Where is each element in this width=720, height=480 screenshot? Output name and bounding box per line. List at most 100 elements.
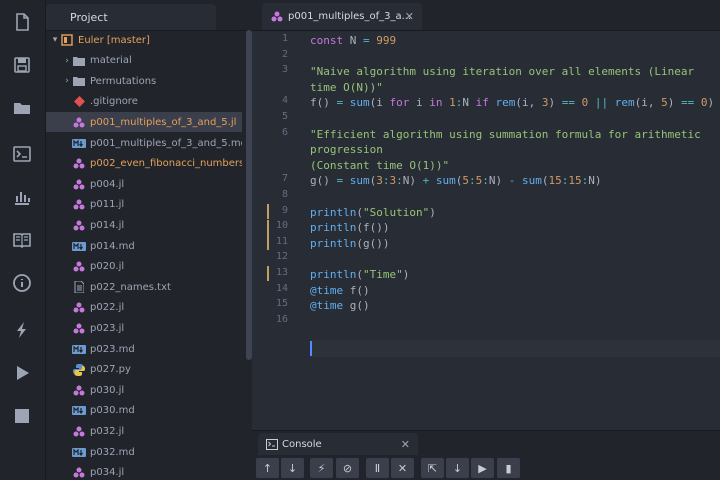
markdown-file-icon bbox=[72, 240, 86, 252]
book-icon[interactable] bbox=[11, 229, 33, 251]
play-icon[interactable] bbox=[11, 362, 33, 384]
tree-file[interactable]: p002_even_fibonacci_numbers.jl bbox=[46, 154, 242, 174]
folder-icon[interactable] bbox=[11, 97, 33, 119]
tree-file[interactable]: p034.jl bbox=[46, 463, 242, 480]
popout-button[interactable]: ⇱ bbox=[421, 458, 444, 478]
code-line: g() = sum(3:3:N) + sum(5:5:N) - sum(15:1… bbox=[310, 174, 602, 188]
line-number: 3 bbox=[281, 64, 288, 76]
tree-file[interactable]: p032.md bbox=[46, 442, 242, 462]
tree-file[interactable]: p011.jl bbox=[46, 195, 242, 215]
julia-file-icon bbox=[72, 116, 86, 128]
tree-file[interactable]: p032.jl bbox=[46, 421, 242, 441]
code-line: progression bbox=[310, 143, 383, 157]
tree-file[interactable]: p023.jl bbox=[46, 318, 242, 338]
tool-rail bbox=[0, 0, 46, 480]
tree-file[interactable]: p030.md bbox=[46, 401, 242, 421]
code-line: println("Solution") bbox=[310, 205, 436, 219]
git-file-icon bbox=[72, 96, 86, 108]
line-number: 1 bbox=[281, 33, 288, 44]
tree-item-label: material bbox=[90, 55, 132, 67]
interrupt-button[interactable]: ⚡ bbox=[310, 458, 333, 478]
scroll-up-button[interactable]: ↑ bbox=[256, 458, 279, 478]
tree-file[interactable]: p022_names.txt bbox=[46, 277, 242, 297]
line-number: 7 bbox=[281, 173, 288, 185]
tree-item-label: p011.jl bbox=[90, 199, 125, 211]
run-button[interactable]: ▶ bbox=[471, 458, 494, 478]
markdown-file-icon bbox=[72, 343, 86, 355]
editor-tabbar: p001_multiples_of_3_a... ✕ bbox=[252, 0, 720, 31]
clear-button[interactable]: ⊘ bbox=[336, 458, 359, 478]
chart-icon[interactable] bbox=[11, 186, 33, 208]
code-line: println("Time") bbox=[310, 268, 410, 281]
new-file-icon[interactable] bbox=[11, 11, 33, 33]
stop-icon[interactable] bbox=[11, 405, 33, 427]
tree-file[interactable]: p004.jl bbox=[46, 174, 242, 194]
file-tree: ▾ Euler [master] › material › Permutations .gi… bbox=[46, 30, 242, 480]
text-caret bbox=[310, 341, 312, 356]
tree-item-label: p020.jl bbox=[90, 261, 125, 273]
line-number: 16 bbox=[275, 313, 288, 325]
tab-p001-jl[interactable]: p001_multiples_of_3_a... ✕ bbox=[262, 3, 422, 30]
code-line: f() = sum(i for i in 1:N if rem(i, 3) ==… bbox=[310, 96, 715, 110]
julia-file-icon bbox=[72, 261, 86, 273]
tab-project[interactable]: Project bbox=[46, 4, 216, 30]
julia-file-icon bbox=[72, 425, 86, 437]
tab-console[interactable]: Console ✕ bbox=[258, 433, 418, 456]
line-number: 15 bbox=[275, 298, 288, 310]
tree-item-label: p002_even_fibonacci_numbers.jl bbox=[90, 158, 242, 170]
tree-file[interactable]: .gitignore bbox=[46, 92, 242, 112]
cursor-line-highlight bbox=[310, 340, 720, 357]
kill-button[interactable]: ✕ bbox=[391, 458, 414, 478]
code-line: println(f()) bbox=[310, 221, 390, 235]
lightning-icon[interactable] bbox=[11, 319, 33, 341]
tree-item-label: p032.jl bbox=[90, 425, 125, 437]
tree-file[interactable]: p001_multiples_of_3_and_5.jl bbox=[46, 112, 242, 133]
julia-file-icon bbox=[72, 384, 86, 396]
code-area[interactable]: const N = 999 "Naive algorithm using iter… bbox=[310, 30, 720, 430]
chevron-icon[interactable]: › bbox=[62, 76, 72, 86]
stop-button[interactable]: ▮ bbox=[497, 458, 520, 478]
tree-folder[interactable]: › Permutations bbox=[46, 71, 242, 91]
download-button[interactable]: ↓ bbox=[446, 458, 469, 478]
tree-file[interactable]: p023.md bbox=[46, 339, 242, 359]
tree-tabbar: Project bbox=[46, 0, 252, 31]
chevron-icon[interactable]: › bbox=[62, 56, 72, 66]
tree-folder[interactable]: › material bbox=[46, 51, 242, 71]
pause-button[interactable]: Ⅱ bbox=[366, 458, 389, 478]
save-icon[interactable] bbox=[11, 54, 33, 76]
tree-file[interactable]: p022.jl bbox=[46, 298, 242, 318]
tree-file[interactable]: p014.md bbox=[46, 236, 242, 256]
tree-item-label: p001_multiples_of_3_and_5.md bbox=[90, 137, 242, 149]
tree-file[interactable]: p030.jl bbox=[46, 380, 242, 400]
terminal-icon bbox=[266, 439, 278, 450]
terminal-icon[interactable] bbox=[11, 143, 33, 165]
line-number: 2 bbox=[281, 48, 288, 60]
julia-file-icon bbox=[271, 11, 283, 22]
tree-folder[interactable]: ▾ Euler [master] bbox=[46, 30, 242, 50]
julia-file-icon bbox=[72, 178, 86, 190]
line-number: 5 bbox=[281, 111, 288, 122]
line-number: 6 bbox=[281, 126, 288, 138]
tree-file[interactable]: p027.py bbox=[46, 360, 242, 380]
tab-project-label: Project bbox=[70, 10, 108, 24]
tree-item-label: Permutations bbox=[90, 75, 157, 87]
console-toolbar: ↑ ↓ ⚡ ⊘ Ⅱ ✕ ⇱ ↓ ▶ ▮ bbox=[252, 455, 720, 480]
tree-file[interactable]: p001_multiples_of_3_and_5.md bbox=[46, 133, 242, 153]
scroll-down-button[interactable]: ↓ bbox=[281, 458, 304, 478]
folder-icon bbox=[72, 55, 86, 67]
julia-file-icon bbox=[72, 199, 86, 211]
tree-item-label: Euler [master] bbox=[78, 34, 150, 46]
close-icon[interactable]: ✕ bbox=[405, 10, 414, 23]
atom-window: Project ▾ Euler [master] › material › Permuta… bbox=[0, 0, 720, 480]
tree-item-label: p032.md bbox=[90, 446, 135, 458]
code-line: "Naive algorithm using iteration over al… bbox=[310, 65, 695, 79]
tree-file[interactable]: p020.jl bbox=[46, 257, 242, 277]
code-line: "Efficient algorithm using summation for… bbox=[310, 127, 701, 141]
close-icon[interactable]: ✕ bbox=[401, 438, 410, 451]
tree-item-label: p030.jl bbox=[90, 384, 125, 396]
info-icon[interactable] bbox=[11, 272, 33, 294]
tree-file[interactable]: p014.jl bbox=[46, 215, 242, 235]
console-tabbar: Console ✕ bbox=[252, 430, 720, 456]
line-number: 4 bbox=[281, 95, 288, 107]
chevron-icon[interactable]: ▾ bbox=[50, 35, 60, 45]
